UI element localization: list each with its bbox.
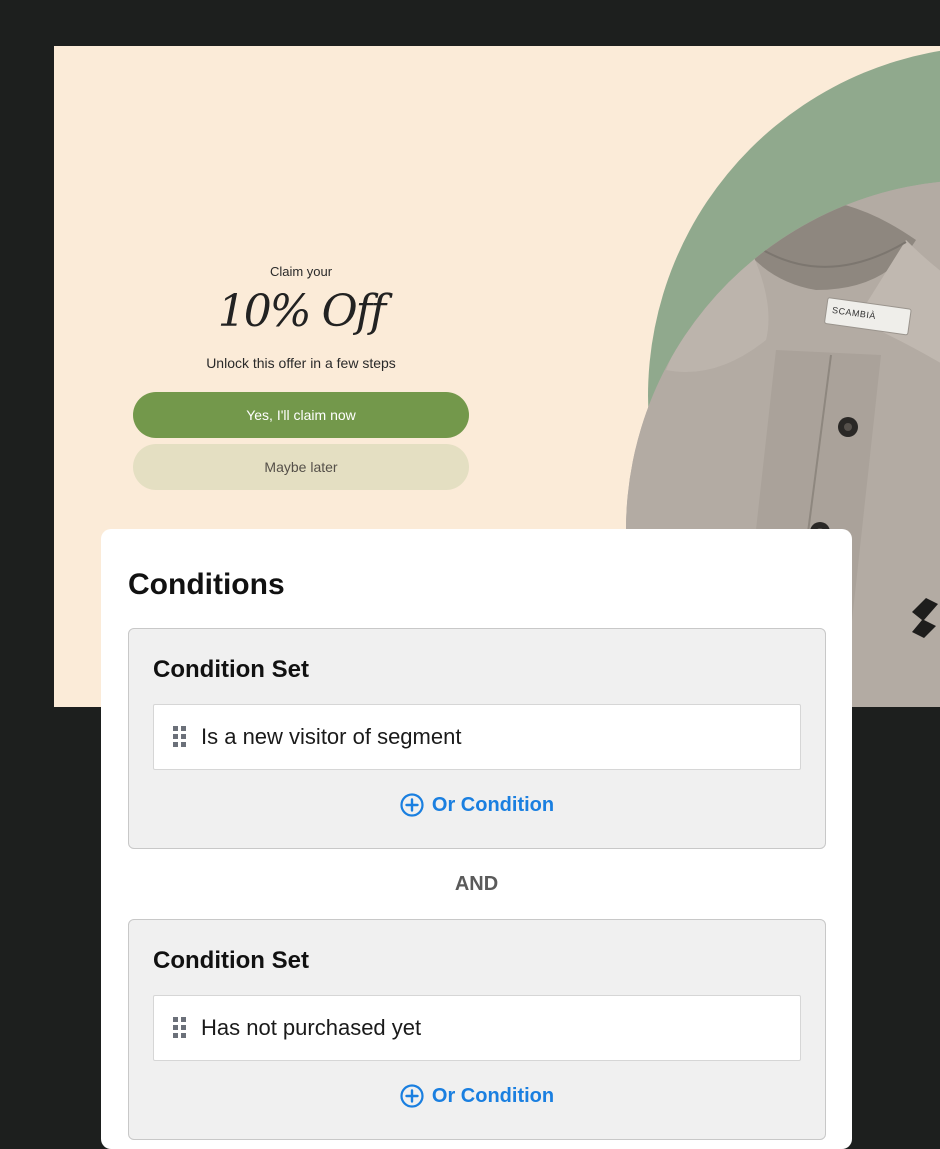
claim-now-button[interactable]: Yes, I'll claim now — [133, 392, 469, 438]
condition-set: Condition Set Is a new visitor of segmen… — [128, 628, 826, 849]
or-condition-label: Or Condition — [431, 793, 555, 816]
condition-set-title: Condition Set — [153, 947, 309, 974]
condition-set-title: Condition Set — [153, 656, 309, 683]
promo-headline: 10% Off — [217, 286, 386, 337]
promo-eyebrow: Claim your — [269, 264, 333, 279]
maybe-later-button[interactable]: Maybe later — [133, 444, 469, 490]
condition-row[interactable]: Is a new visitor of segment — [153, 704, 801, 770]
and-connector: AND — [454, 873, 499, 895]
condition-set: Condition Set Has not purchased yet Or C… — [128, 919, 826, 1140]
condition-label: Is a new visitor of segment — [201, 724, 462, 749]
conditions-title: Conditions — [128, 568, 285, 601]
promo-subline: Unlock this offer in a few steps — [206, 355, 396, 371]
condition-label: Has not purchased yet — [201, 1015, 422, 1040]
plus-circle-icon — [400, 793, 424, 817]
add-or-condition-button[interactable]: Or Condition — [129, 1083, 825, 1109]
drag-handle-icon[interactable] — [173, 726, 187, 748]
condition-row[interactable]: Has not purchased yet — [153, 995, 801, 1061]
or-condition-label: Or Condition — [431, 1084, 555, 1107]
drag-handle-icon[interactable] — [173, 1017, 187, 1039]
plus-circle-icon — [400, 1084, 424, 1108]
promo-content: Claim your 10% Off Unlock this offer in … — [133, 264, 469, 490]
conditions-panel: Conditions Condition Set Is a new visito… — [101, 529, 852, 1149]
add-or-condition-button[interactable]: Or Condition — [129, 792, 825, 818]
